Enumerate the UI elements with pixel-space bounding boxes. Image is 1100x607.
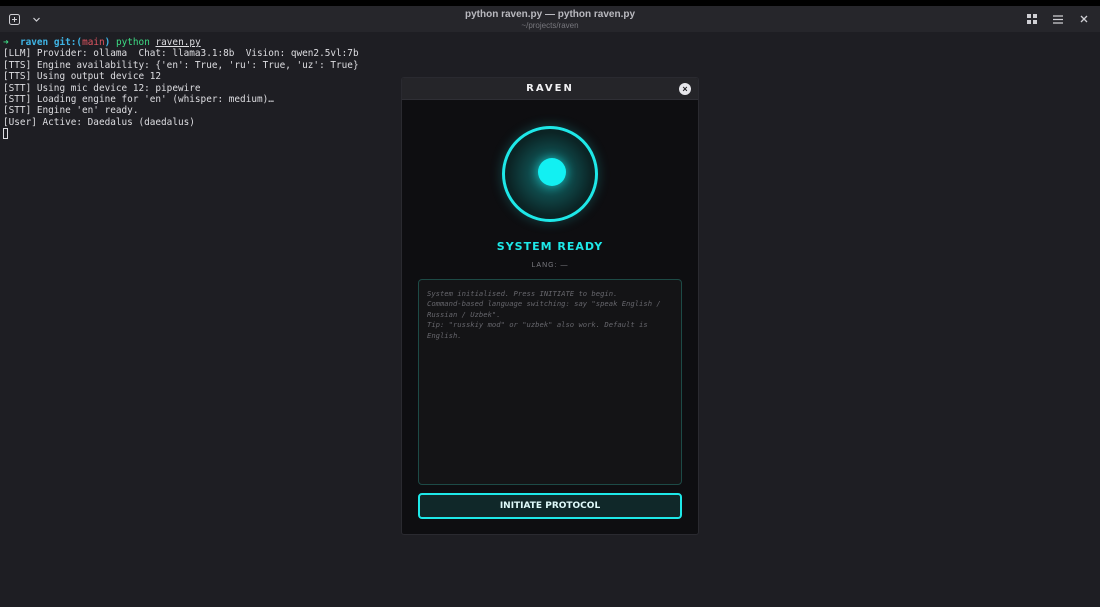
terminal-output[interactable]: ➜ raven git:(main) python raven.py [LLM] … (3, 37, 359, 140)
terminal-cursor (3, 128, 8, 140)
app-header: RAVEN × (402, 78, 698, 100)
prompt-command: python (115, 37, 150, 48)
prompt-line: ➜ raven git:(main) python raven.py (3, 37, 359, 48)
prompt-file: raven.py (155, 37, 201, 48)
terminal-line: [TTS] Engine availability: {'en': True, … (3, 59, 359, 71)
terminal-titlebar: python raven.py — python raven.py ~/proj… (0, 6, 1100, 32)
prompt-git-suffix: ) (104, 37, 111, 48)
menu-icon[interactable] (1050, 11, 1066, 27)
status-text: SYSTEM READY (496, 240, 604, 253)
window-subtitle: ~/projects/raven (521, 21, 579, 30)
initiate-protocol-button[interactable]: INITIATE PROTOCOL (418, 493, 682, 519)
log-line: Russian / Uzbek". (427, 309, 501, 319)
desktop: python raven.py — python raven.py ~/proj… (0, 0, 1100, 607)
grid-icon[interactable] (1024, 11, 1040, 27)
status-orb[interactable] (502, 126, 598, 222)
app-title: RAVEN (526, 83, 574, 94)
prompt-arrow: ➜ (3, 37, 9, 48)
log-line: Command-based language switching: say "s… (427, 299, 661, 309)
terminal-line: [User] Active: Daedalus (daedalus) (3, 116, 195, 128)
terminal-line: [STT] Engine 'en' ready. (3, 105, 139, 117)
close-icon[interactable] (1076, 11, 1092, 27)
terminal-line: [STT] Using mic device 12: pipewire (3, 82, 201, 94)
terminal-cursor-line (3, 128, 359, 140)
app-close-button[interactable]: × (679, 83, 691, 95)
window-title: python raven.py — python raven.py (464, 9, 636, 20)
prompt-dir: raven (19, 37, 49, 48)
terminal-line: [LLM] Provider: ollama Chat: llama3.1:8b… (3, 48, 359, 60)
log-panel[interactable]: System initialised. Press INITIATE to be… (418, 279, 682, 485)
log-line: Tip: "russkiy mod" or "uzbek" also work.… (427, 320, 648, 330)
terminal-line: [STT] Loading engine for 'en' (whisper: … (3, 94, 274, 106)
status-orb-core (538, 158, 566, 186)
prompt-branch: main (82, 37, 105, 48)
terminal-line: [TTS] Using output device 12 (3, 71, 162, 83)
language-indicator: LANG: — (531, 262, 569, 269)
raven-app-window: RAVEN × SYSTEM READY LANG: — System init… (401, 77, 699, 535)
log-line: English. (427, 330, 462, 340)
prompt-git-prefix: git:( (53, 37, 83, 48)
log-line: System initialised. Press INITIATE to be… (427, 289, 618, 298)
